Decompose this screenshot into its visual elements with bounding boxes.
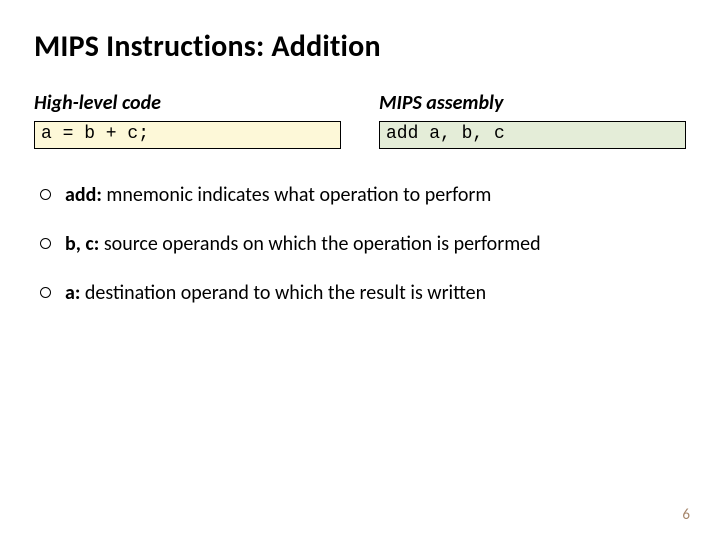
list-item: add: mnemonic indicates what operation t… — [40, 183, 686, 208]
bullet-list: add: mnemonic indicates what operation t… — [40, 183, 686, 306]
bullet-icon — [40, 287, 51, 298]
bullet-icon — [40, 189, 51, 200]
bullet-lead: a: — [65, 281, 80, 305]
assembly-column: MIPS assembly add a, b, c — [379, 91, 686, 149]
bullet-lead: b, c: — [65, 232, 99, 256]
bullet-lead: add: — [65, 183, 102, 207]
bullet-text: source operands on which the operation i… — [99, 232, 540, 256]
page-number: 6 — [682, 506, 690, 524]
bullet-text: destination operand to which the result … — [80, 281, 486, 305]
list-item: b, c: source operands on which the opera… — [40, 232, 686, 257]
bullet-text: mnemonic indicates what operation to per… — [102, 183, 492, 207]
bullet-icon — [40, 238, 51, 249]
code-columns: High-level code a = b + c; MIPS assembly… — [34, 91, 686, 149]
high-level-label: High-level code — [34, 91, 341, 115]
high-level-codebox: a = b + c; — [34, 121, 341, 149]
slide-title: MIPS Instructions: Addition — [34, 28, 686, 65]
list-item: a: destination operand to which the resu… — [40, 281, 686, 306]
assembly-codebox: add a, b, c — [379, 121, 686, 149]
high-level-column: High-level code a = b + c; — [34, 91, 341, 149]
assembly-label: MIPS assembly — [379, 91, 686, 115]
